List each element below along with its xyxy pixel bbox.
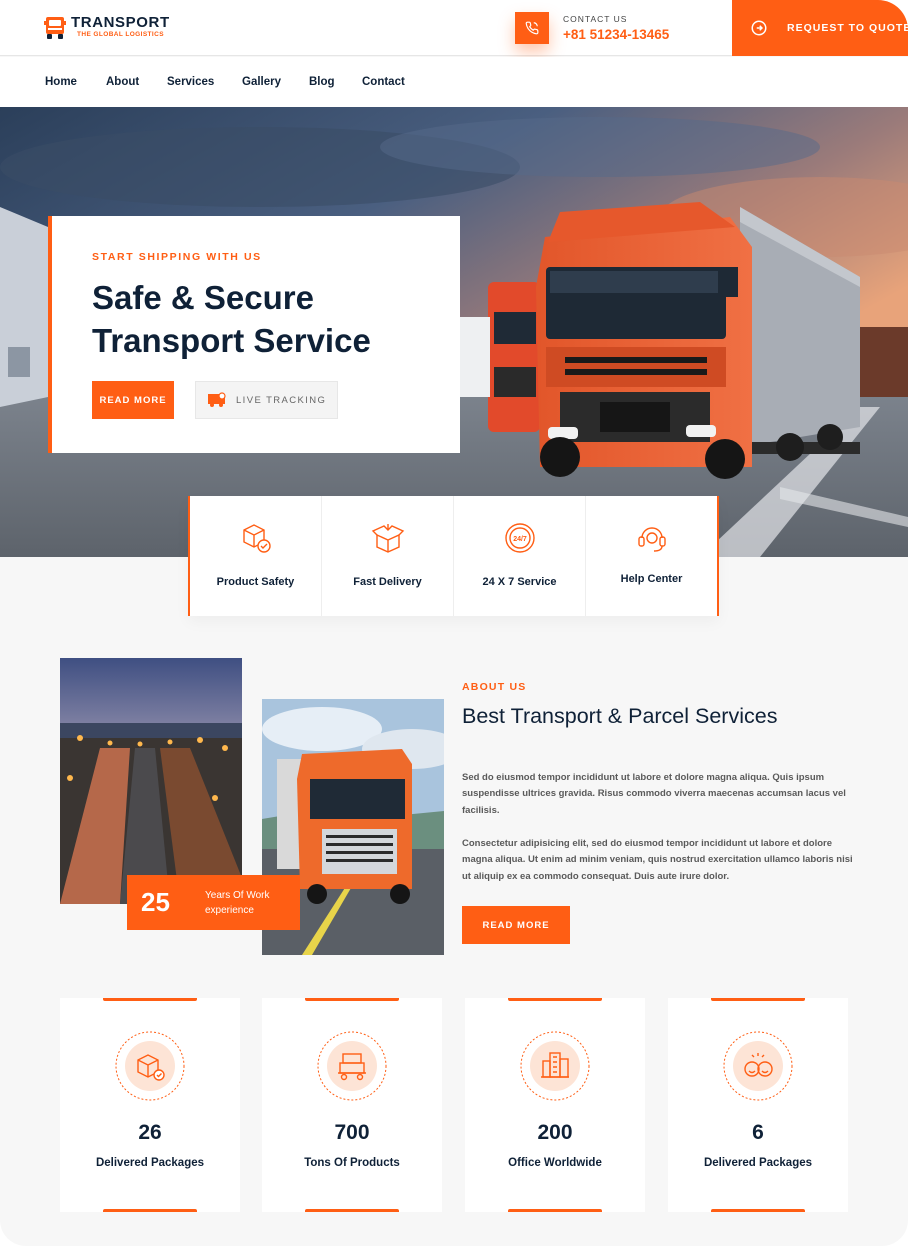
stat-accent-top: [305, 998, 399, 1001]
phone-icon[interactable]: [515, 12, 549, 44]
arrow-circle-right-icon: [732, 0, 786, 56]
stat-label: Office Worldwide: [508, 1157, 602, 1169]
office-building-icon: [520, 1031, 590, 1101]
feature-fast-delivery[interactable]: Fast Delivery: [322, 496, 454, 616]
stat-card: 700 Tons Of Products: [262, 998, 442, 1212]
top-header: TRANSPORT THE GLOBAL LOGISTICS CONTACT U…: [0, 0, 908, 56]
feature-24x7-service[interactable]: 24/7 24 X 7 Service: [454, 496, 586, 616]
about-paragraph-1: Sed do eiusmod tempor incididunt ut labo…: [462, 772, 846, 816]
contact-number[interactable]: +81 51234-13465: [563, 27, 669, 42]
stat-card: 200 Office Worldwide: [465, 998, 645, 1212]
page: TRANSPORT THE GLOBAL LOGISTICS CONTACT U…: [0, 0, 908, 1246]
stat-accent-bottom: [711, 1209, 805, 1212]
nav-item-blog[interactable]: Blog: [309, 76, 335, 88]
about-paragraph-2: Consectetur adipisicing elit, sed do eiu…: [462, 838, 853, 882]
open-box-icon: [371, 524, 404, 553]
stat-accent-bottom: [508, 1209, 602, 1212]
stat-accent-bottom: [103, 1209, 197, 1212]
site-logo[interactable]: TRANSPORT THE GLOBAL LOGISTICS: [44, 12, 170, 42]
main-nav: Home About Services Gallery Blog Contact: [0, 57, 908, 107]
hero-eyebrow: START SHIPPING WITH US: [92, 251, 262, 263]
happy-faces-icon: [723, 1031, 793, 1101]
stat-accent-bottom: [305, 1209, 399, 1212]
live-tracking-button[interactable]: LIVE TRACKING: [195, 381, 338, 419]
feature-label: Help Center: [620, 573, 683, 585]
stat-value: 6: [752, 1121, 764, 1144]
request-quote-button[interactable]: REQUEST TO QUOTE: [732, 0, 908, 56]
package-shield-icon: [242, 524, 271, 553]
stat-label: Delivered Packages: [703, 1157, 813, 1169]
stat-accent-top: [103, 998, 197, 1001]
truck-tracking-icon: [208, 392, 226, 407]
stat-label: Delivered Packages: [95, 1157, 205, 1169]
rail-yard-image: [60, 658, 242, 904]
feature-label: Product Safety: [216, 576, 295, 588]
stat-card: 6 Delivered Packages: [668, 998, 848, 1212]
about-read-more-button[interactable]: READ MORE: [462, 906, 570, 944]
nav-item-about[interactable]: About: [106, 76, 139, 88]
package-check-icon: [115, 1031, 185, 1101]
contact-label: CONTACT US: [563, 14, 628, 24]
about-title: Best Transport & Parcel Services: [462, 704, 778, 728]
nav-item-home[interactable]: Home: [45, 76, 77, 88]
hero-title: Safe & Secure Transport Service: [92, 279, 371, 359]
experience-text: Years Of Work experience: [205, 890, 270, 916]
svg-text:24/7: 24/7: [513, 536, 527, 543]
nav-item-contact[interactable]: Contact: [362, 76, 405, 88]
nav-item-gallery[interactable]: Gallery: [242, 76, 281, 88]
truck-logo-icon: [44, 17, 66, 39]
cargo-cart-icon: [317, 1031, 387, 1101]
stat-value: 700: [334, 1121, 370, 1144]
logo-title: TRANSPORT: [71, 14, 170, 32]
about-eyebrow: ABOUT US: [462, 681, 527, 693]
feature-label: Fast Delivery: [353, 576, 422, 588]
feature-help-center[interactable]: Help Center: [586, 496, 717, 616]
experience-badge: 25 Years Of Work experience: [127, 875, 300, 930]
headset-icon: [637, 527, 666, 552]
stat-accent-top: [711, 998, 805, 1001]
feature-product-safety[interactable]: Product Safety: [190, 496, 322, 616]
stat-accent-top: [508, 998, 602, 1001]
stat-value: 200: [537, 1121, 573, 1144]
request-quote-label: REQUEST TO QUOTE: [787, 22, 908, 34]
clock-24-7-icon: 24/7: [504, 523, 535, 553]
logo-tagline: THE GLOBAL LOGISTICS: [77, 31, 164, 39]
hero-read-more-button[interactable]: READ MORE: [92, 381, 174, 419]
stat-card: 26 Delivered Packages: [60, 998, 240, 1212]
nav-item-services[interactable]: Services: [167, 76, 214, 88]
stat-value: 26: [138, 1121, 162, 1144]
experience-number: 25: [141, 887, 170, 917]
feature-label: 24 X 7 Service: [482, 576, 557, 588]
live-tracking-label: LIVE TRACKING: [236, 394, 327, 406]
features-strip: Product Safety Fast Delivery 24/7 24 X 7…: [188, 496, 719, 616]
stat-label: Tons Of Products: [304, 1157, 400, 1169]
